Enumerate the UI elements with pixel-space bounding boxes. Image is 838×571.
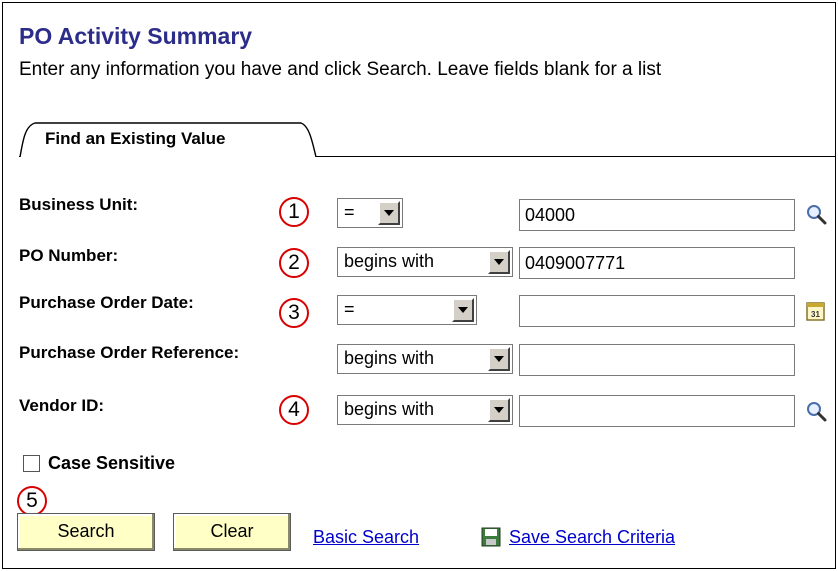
vendor-id-operator-select[interactable]: begins with	[337, 395, 513, 425]
purchase-order-reference-label: Purchase Order Reference:	[19, 343, 240, 362]
business-unit-operator-select[interactable]: =	[337, 198, 403, 228]
vendor-id-label: Vendor ID:	[19, 396, 105, 415]
operator-value: begins with	[344, 348, 435, 368]
page-title: PO Activity Summary	[19, 23, 253, 49]
calendar-icon[interactable]: 31	[805, 300, 827, 322]
business-unit-input[interactable]: 04000	[519, 199, 795, 231]
input-value: 04000	[525, 205, 576, 225]
purchase-order-date-operator-select[interactable]: =	[337, 295, 477, 325]
clear-button[interactable]: Clear	[173, 513, 291, 551]
chevron-down-icon[interactable]	[488, 347, 510, 371]
lookup-icon[interactable]	[805, 203, 827, 225]
purchase-order-reference-operator-select[interactable]: begins with	[337, 344, 513, 374]
business-unit-label: Business Unit:	[19, 195, 139, 214]
po-number-operator-select[interactable]: begins with	[337, 247, 513, 277]
purchase-order-date-input[interactable]	[519, 295, 795, 327]
input-value: 0409007771	[525, 253, 626, 273]
chevron-down-icon[interactable]	[488, 250, 510, 274]
purchase-order-date-label: Purchase Order Date:	[19, 293, 194, 312]
callout-badge: 1	[279, 197, 309, 227]
case-sensitive-label: Case Sensitive	[48, 453, 176, 473]
callout-badge: 4	[279, 395, 309, 425]
case-sensitive-checkbox[interactable]	[23, 455, 40, 472]
purchase-order-reference-input[interactable]	[519, 344, 795, 376]
po-number-input[interactable]: 0409007771	[519, 247, 795, 279]
chevron-down-icon[interactable]	[488, 398, 510, 422]
callout-badge: 2	[279, 248, 309, 278]
tab-label: Find an Existing Value	[45, 129, 226, 148]
operator-value: =	[344, 299, 355, 319]
po-number-label: PO Number:	[19, 246, 119, 265]
page-instructions: Enter any information you have and click…	[19, 59, 662, 80]
save-icon[interactable]	[481, 527, 501, 547]
svg-text:31: 31	[811, 310, 820, 319]
tab-find-existing-value[interactable]: Find an Existing Value	[19, 120, 317, 157]
operator-value: begins with	[344, 251, 435, 271]
save-search-criteria-link[interactable]: Save Search Criteria	[509, 527, 675, 548]
lookup-icon[interactable]	[805, 400, 827, 422]
callout-badge: 5	[17, 486, 47, 516]
basic-search-link[interactable]: Basic Search	[313, 527, 419, 548]
operator-value: =	[344, 202, 355, 222]
vendor-id-input[interactable]	[519, 395, 795, 427]
page-frame: PO Activity Summary Enter any informatio…	[2, 2, 836, 569]
chevron-down-icon[interactable]	[378, 201, 400, 225]
search-button[interactable]: Search	[17, 513, 155, 551]
operator-value: begins with	[344, 399, 435, 419]
callout-badge: 3	[279, 298, 309, 328]
chevron-down-icon[interactable]	[452, 298, 474, 322]
